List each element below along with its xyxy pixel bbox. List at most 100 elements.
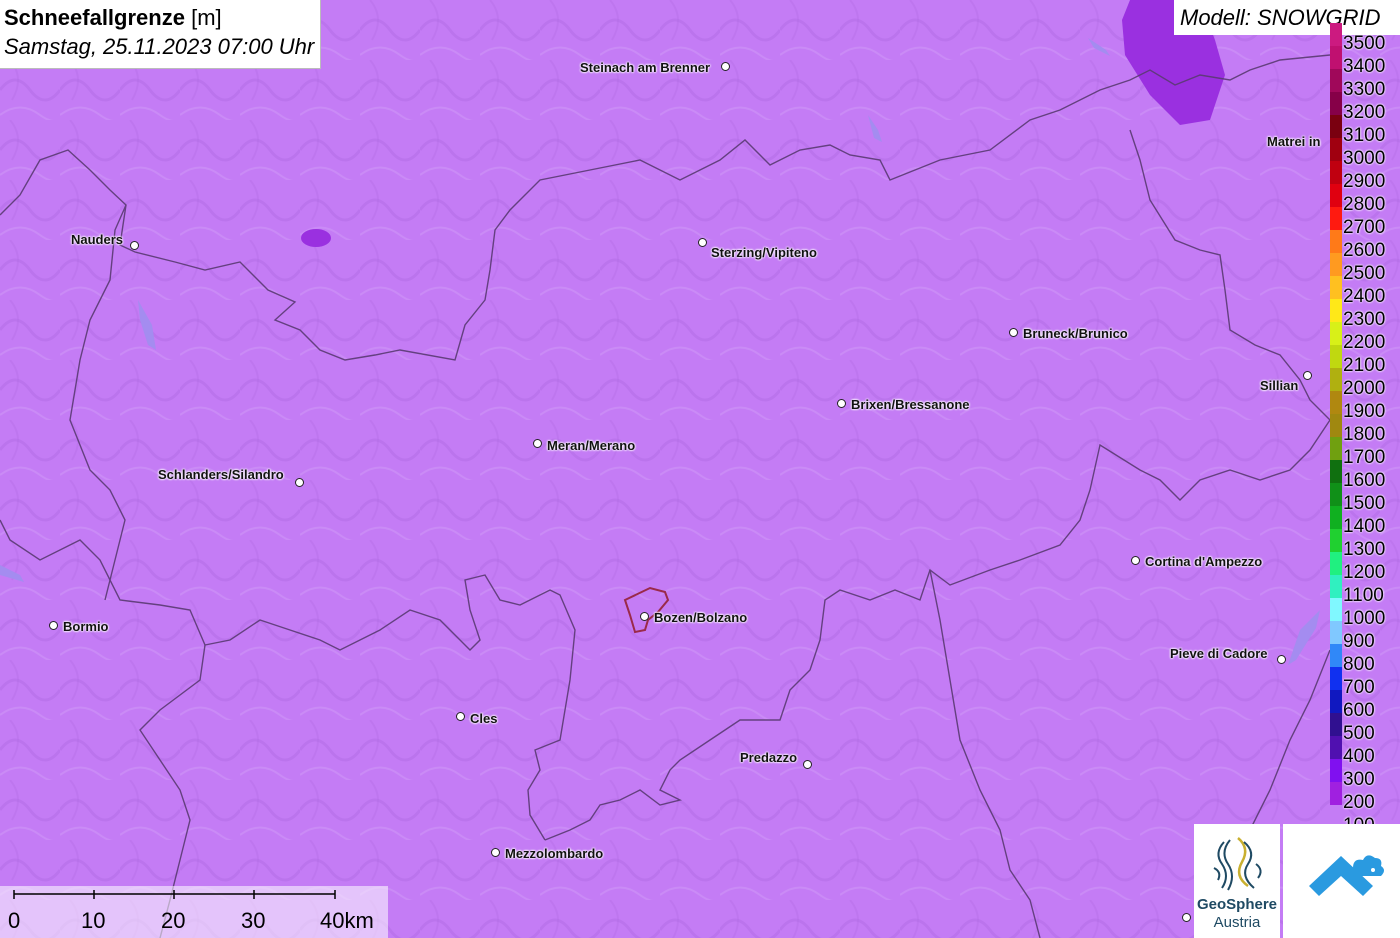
city-marker[interactable] — [1277, 655, 1286, 664]
map-title: Schneefallgrenze [m] — [4, 4, 314, 32]
city-label[interactable]: Bruneck/Brunico — [1023, 326, 1128, 341]
legend-swatch — [1330, 483, 1342, 506]
city-marker[interactable] — [640, 612, 649, 621]
city-marker[interactable] — [721, 62, 730, 71]
legend-row: 200 — [1328, 782, 1400, 812]
legend-swatch — [1330, 92, 1342, 115]
legend-row: 300 — [1328, 759, 1400, 789]
legend-row: 400 — [1328, 736, 1400, 766]
color-legend: 3500 3400 3300 3200 3100 3000 2900 2800 2700 2600… — [1328, 23, 1400, 835]
legend-row: 3000 — [1328, 138, 1400, 168]
city-marker[interactable] — [837, 399, 846, 408]
legend-row: 1700 — [1328, 437, 1400, 467]
legend-row: 3300 — [1328, 69, 1400, 99]
legend-swatch — [1330, 69, 1342, 92]
scale-label: 0 — [8, 908, 21, 933]
legend-swatch — [1330, 391, 1342, 414]
city-label[interactable]: Schlanders/Silandro — [158, 467, 284, 482]
legend-swatch — [1330, 138, 1342, 161]
legend-swatch — [1330, 736, 1342, 759]
app-logo[interactable] — [1283, 824, 1400, 938]
legend-swatch — [1330, 161, 1342, 184]
legend-swatch — [1330, 598, 1342, 621]
city-marker[interactable] — [1303, 371, 1312, 380]
legend-swatch — [1330, 644, 1342, 667]
geosphere-logo-country: Austria — [1213, 914, 1261, 931]
legend-row: 3500 — [1328, 23, 1400, 53]
legend-row: 2900 — [1328, 161, 1400, 191]
city-label[interactable]: Steinach am Brenner — [580, 60, 710, 75]
legend-swatch — [1330, 414, 1342, 437]
legend-row: 800 — [1328, 644, 1400, 674]
city-label[interactable]: Pieve di Cadore — [1170, 646, 1268, 661]
city-label[interactable]: Bozen/Bolzano — [654, 610, 747, 625]
legend-swatch — [1330, 207, 1342, 230]
parameter-name: Schneefallgrenze — [4, 5, 185, 30]
scale-label: 30 — [241, 908, 266, 933]
city-label[interactable]: Predazzo — [740, 750, 797, 765]
legend-swatch — [1330, 621, 1342, 644]
city-label[interactable]: Meran/Merano — [547, 438, 635, 453]
city-marker[interactable] — [295, 478, 304, 487]
legend-row: 900 — [1328, 621, 1400, 651]
legend-swatch — [1330, 713, 1342, 736]
legend-row: 1300 — [1328, 529, 1400, 559]
legend-swatch — [1330, 529, 1342, 552]
scale-label: 40km — [320, 908, 374, 933]
legend-swatch — [1330, 460, 1342, 483]
legend-row: 700 — [1328, 667, 1400, 697]
city-marker[interactable] — [1182, 913, 1191, 922]
legend-row: 3200 — [1328, 92, 1400, 122]
city-label[interactable]: Matrei in — [1267, 134, 1320, 149]
city-marker[interactable] — [1131, 556, 1140, 565]
legend-row: 2500 — [1328, 253, 1400, 283]
geosphere-logo-name: GeoSphere — [1196, 896, 1278, 913]
city-label[interactable]: Mezzolombardo — [505, 846, 603, 861]
map-title-box: Schneefallgrenze [m] Samstag, 25.11.2023… — [0, 0, 322, 69]
city-marker[interactable] — [491, 848, 500, 857]
city-label[interactable]: Cortina d'Ampezzo — [1145, 554, 1262, 569]
legend-swatch — [1330, 276, 1342, 299]
city-label[interactable]: Bormio — [63, 619, 109, 634]
map-view[interactable]: Schneefallgrenze [m] Samstag, 25.11.2023… — [0, 0, 1400, 938]
legend-row: 2800 — [1328, 184, 1400, 214]
legend-row: 2700 — [1328, 207, 1400, 237]
legend-swatch — [1330, 667, 1342, 690]
legend-row: 1400 — [1328, 506, 1400, 536]
legend-row: 2200 — [1328, 322, 1400, 352]
city-label[interactable]: Sterzing/Vipiteno — [711, 245, 817, 260]
city-marker[interactable] — [698, 238, 707, 247]
city-label[interactable]: Brixen/Bressanone — [851, 397, 970, 412]
legend-row: 3400 — [1328, 46, 1400, 76]
legend-row: 500 — [1328, 713, 1400, 743]
city-label[interactable]: Sillian — [1260, 378, 1298, 393]
forecast-datetime: Samstag, 25.11.2023 07:00 Uhr — [4, 34, 315, 59]
geosphere-logo[interactable]: GeoSphere Austria — [1194, 824, 1280, 938]
legend-row: 2000 — [1328, 368, 1400, 398]
city-marker[interactable] — [130, 241, 139, 250]
city-marker[interactable] — [803, 760, 812, 769]
scale-bar: 0 10 20 30 40km — [0, 886, 388, 938]
geosphere-emblem-icon — [1213, 837, 1262, 891]
city-marker[interactable] — [1009, 328, 1018, 337]
legend-swatch — [1330, 230, 1342, 253]
legend-row: 3100 — [1328, 115, 1400, 145]
legend-swatch — [1330, 115, 1342, 138]
legend-row: 2300 — [1328, 299, 1400, 329]
legend-row: 2400 — [1328, 276, 1400, 306]
legend-swatch — [1330, 575, 1342, 598]
city-label[interactable]: Nauders — [71, 232, 123, 247]
legend-swatch — [1330, 690, 1342, 713]
city-marker[interactable] — [456, 712, 465, 721]
city-marker[interactable] — [49, 621, 58, 630]
legend-swatch — [1330, 368, 1342, 391]
legend-swatch — [1330, 253, 1342, 276]
weather-app-icon — [1309, 855, 1384, 896]
city-label[interactable]: Cles — [470, 711, 497, 726]
city-marker[interactable] — [533, 439, 542, 448]
parameter-unit: [m] — [191, 5, 222, 30]
legend-row: 1800 — [1328, 414, 1400, 444]
legend-row: 2600 — [1328, 230, 1400, 260]
scale-label: 10 — [81, 908, 106, 933]
legend-swatch — [1330, 759, 1342, 782]
